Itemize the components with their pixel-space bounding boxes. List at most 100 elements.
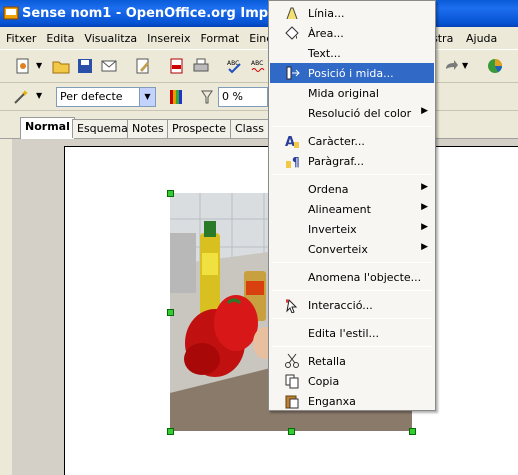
redo-icon[interactable] <box>442 57 460 75</box>
menu-item-character-label: Caràcter... <box>308 134 365 148</box>
menu-item-text-label: Text... <box>308 46 341 60</box>
window-title: Sense nom1 - OpenOffice.org Impress <box>22 6 299 21</box>
menu-item-edit-style-label: Edita l'estil... <box>308 326 380 340</box>
wand-dropdown-arrow[interactable]: ▼ <box>36 91 42 100</box>
menu-view[interactable]: Visualitza <box>80 32 141 45</box>
menu-item-arrange[interactable]: Ordena ▶ <box>270 179 434 199</box>
menu-item-name-object-label: Anomena l'objecte... <box>308 270 422 284</box>
transparency-icon[interactable] <box>198 88 216 106</box>
magic-wand-icon[interactable] <box>12 88 30 106</box>
new-document-icon[interactable] <box>14 57 32 75</box>
svg-text:A: A <box>285 135 295 149</box>
copy-icon <box>285 374 299 389</box>
style-select[interactable]: Per defecte ▼ <box>56 87 156 107</box>
new-dropdown-arrow[interactable]: ▼ <box>36 61 42 70</box>
export-pdf-icon[interactable] <box>168 57 186 75</box>
resize-handle-bottom-center[interactable] <box>288 428 295 435</box>
menu-item-paragraph[interactable]: ¶ Paràgraf... <box>270 151 434 171</box>
menu-item-edit-style[interactable]: Edita l'estil... <box>270 323 434 343</box>
menu-item-paragraph-label: Paràgraf... <box>308 154 364 168</box>
spellcheck-icon[interactable]: ABC <box>226 57 244 75</box>
menu-item-interaction-label: Interacció... <box>308 298 373 312</box>
menu-item-original-size[interactable]: Mida original <box>270 83 434 103</box>
tab-normal-label: Normal <box>25 120 70 133</box>
line-icon <box>286 7 298 20</box>
menu-file[interactable]: Fitxer <box>2 32 40 45</box>
menu-separator <box>272 262 432 263</box>
area-fill-icon <box>285 26 299 40</box>
autospellcheck-icon[interactable]: ABC <box>250 57 268 75</box>
tab-slide-sorter-label: Class <box>235 122 264 135</box>
menu-separator <box>272 290 432 291</box>
menu-item-line-label: Línia... <box>308 6 345 20</box>
menu-item-copy[interactable]: Copia <box>270 371 434 391</box>
menu-item-position-size[interactable]: Posició i mida... <box>270 63 434 83</box>
menu-item-interaction[interactable]: Interacció... <box>270 295 434 315</box>
style-select-value: Per defecte <box>60 90 123 103</box>
menu-item-area[interactable]: Àrea... <box>270 23 434 43</box>
tab-handout[interactable]: Prospecte <box>167 119 232 138</box>
menu-item-line[interactable]: Línia... <box>270 3 434 23</box>
menu-item-character[interactable]: A Caràcter... <box>270 131 434 151</box>
menu-item-text[interactable]: Text... <box>270 43 434 63</box>
context-menu: Línia... Àrea... Text... Posició i mida.… <box>268 0 436 411</box>
menu-format[interactable]: Format <box>196 32 243 45</box>
menu-item-convert[interactable]: Converteix ▶ <box>270 239 434 259</box>
svg-text:ABC: ABC <box>251 60 263 67</box>
submenu-arrow-icon: ▶ <box>421 202 428 212</box>
cut-icon <box>285 353 299 368</box>
title-bar: Sense nom1 - OpenOffice.org Impress <box>0 0 518 27</box>
resize-handle-middle-left[interactable] <box>167 309 174 316</box>
transparency-value: 0 % <box>222 90 243 103</box>
menu-item-cut[interactable]: Retalla <box>270 351 434 371</box>
resize-handle-top-left[interactable] <box>167 190 174 197</box>
open-folder-icon[interactable] <box>52 57 70 75</box>
tab-handout-label: Prospecte <box>172 122 227 135</box>
edit-file-icon[interactable] <box>134 57 152 75</box>
print-icon[interactable] <box>192 57 210 75</box>
menu-item-cut-label: Retalla <box>308 354 346 368</box>
submenu-arrow-icon: ▶ <box>421 182 428 192</box>
svg-text:¶: ¶ <box>292 155 300 169</box>
tab-outline-label: Esquema <box>77 122 128 135</box>
menu-item-flip-label: Inverteix <box>308 222 357 236</box>
menu-edit[interactable]: Edita <box>42 32 78 45</box>
style-dropdown-arrow[interactable]: ▼ <box>139 88 155 106</box>
tab-slide-sorter[interactable]: Class <box>230 119 270 138</box>
save-icon[interactable] <box>76 57 94 75</box>
left-panel-edge <box>0 139 12 475</box>
menu-item-color-resolution[interactable]: Resolució del color ▶ <box>270 103 434 123</box>
redo-dropdown-arrow[interactable]: ▼ <box>462 61 468 70</box>
menu-separator <box>272 174 432 175</box>
menu-item-original-size-label: Mida original <box>308 86 379 100</box>
menu-item-flip[interactable]: Inverteix ▶ <box>270 219 434 239</box>
menu-item-alignment-label: Alineament <box>308 202 371 216</box>
transparency-field[interactable]: 0 % <box>218 87 268 107</box>
menu-help[interactable]: Ajuda <box>462 32 501 45</box>
email-icon[interactable] <box>100 57 118 75</box>
menu-insert[interactable]: Insereix <box>143 32 194 45</box>
tab-normal[interactable]: Normal <box>20 117 75 139</box>
interaction-icon <box>286 298 298 313</box>
tab-outline[interactable]: Esquema <box>72 119 133 138</box>
menu-item-area-label: Àrea... <box>308 26 344 40</box>
formatting-toolbar: ▼ Per defecte ▼ 0 % <box>0 83 518 111</box>
color-bars-icon[interactable] <box>168 88 186 106</box>
submenu-arrow-icon: ▶ <box>421 222 428 232</box>
menu-item-alignment[interactable]: Alineament ▶ <box>270 199 434 219</box>
resize-handle-bottom-right[interactable] <box>409 428 416 435</box>
menu-item-paste[interactable]: Enganxa <box>270 391 434 411</box>
paragraph-icon: ¶ <box>286 155 300 169</box>
menu-item-name-object[interactable]: Anomena l'objecte... <box>270 267 434 287</box>
tab-notes-label: Notes <box>132 122 164 135</box>
character-icon: A <box>285 135 299 149</box>
chart-icon[interactable] <box>486 57 504 75</box>
menu-separator <box>272 346 432 347</box>
resize-handle-bottom-left[interactable] <box>167 428 174 435</box>
menu-item-convert-label: Converteix <box>308 242 368 256</box>
tab-notes[interactable]: Notes <box>127 119 169 138</box>
menu-item-paste-label: Enganxa <box>308 394 356 408</box>
paste-icon <box>285 395 299 409</box>
standard-toolbar: ▼ ABC ABC ▼ <box>0 49 518 83</box>
menu-separator <box>272 126 432 127</box>
